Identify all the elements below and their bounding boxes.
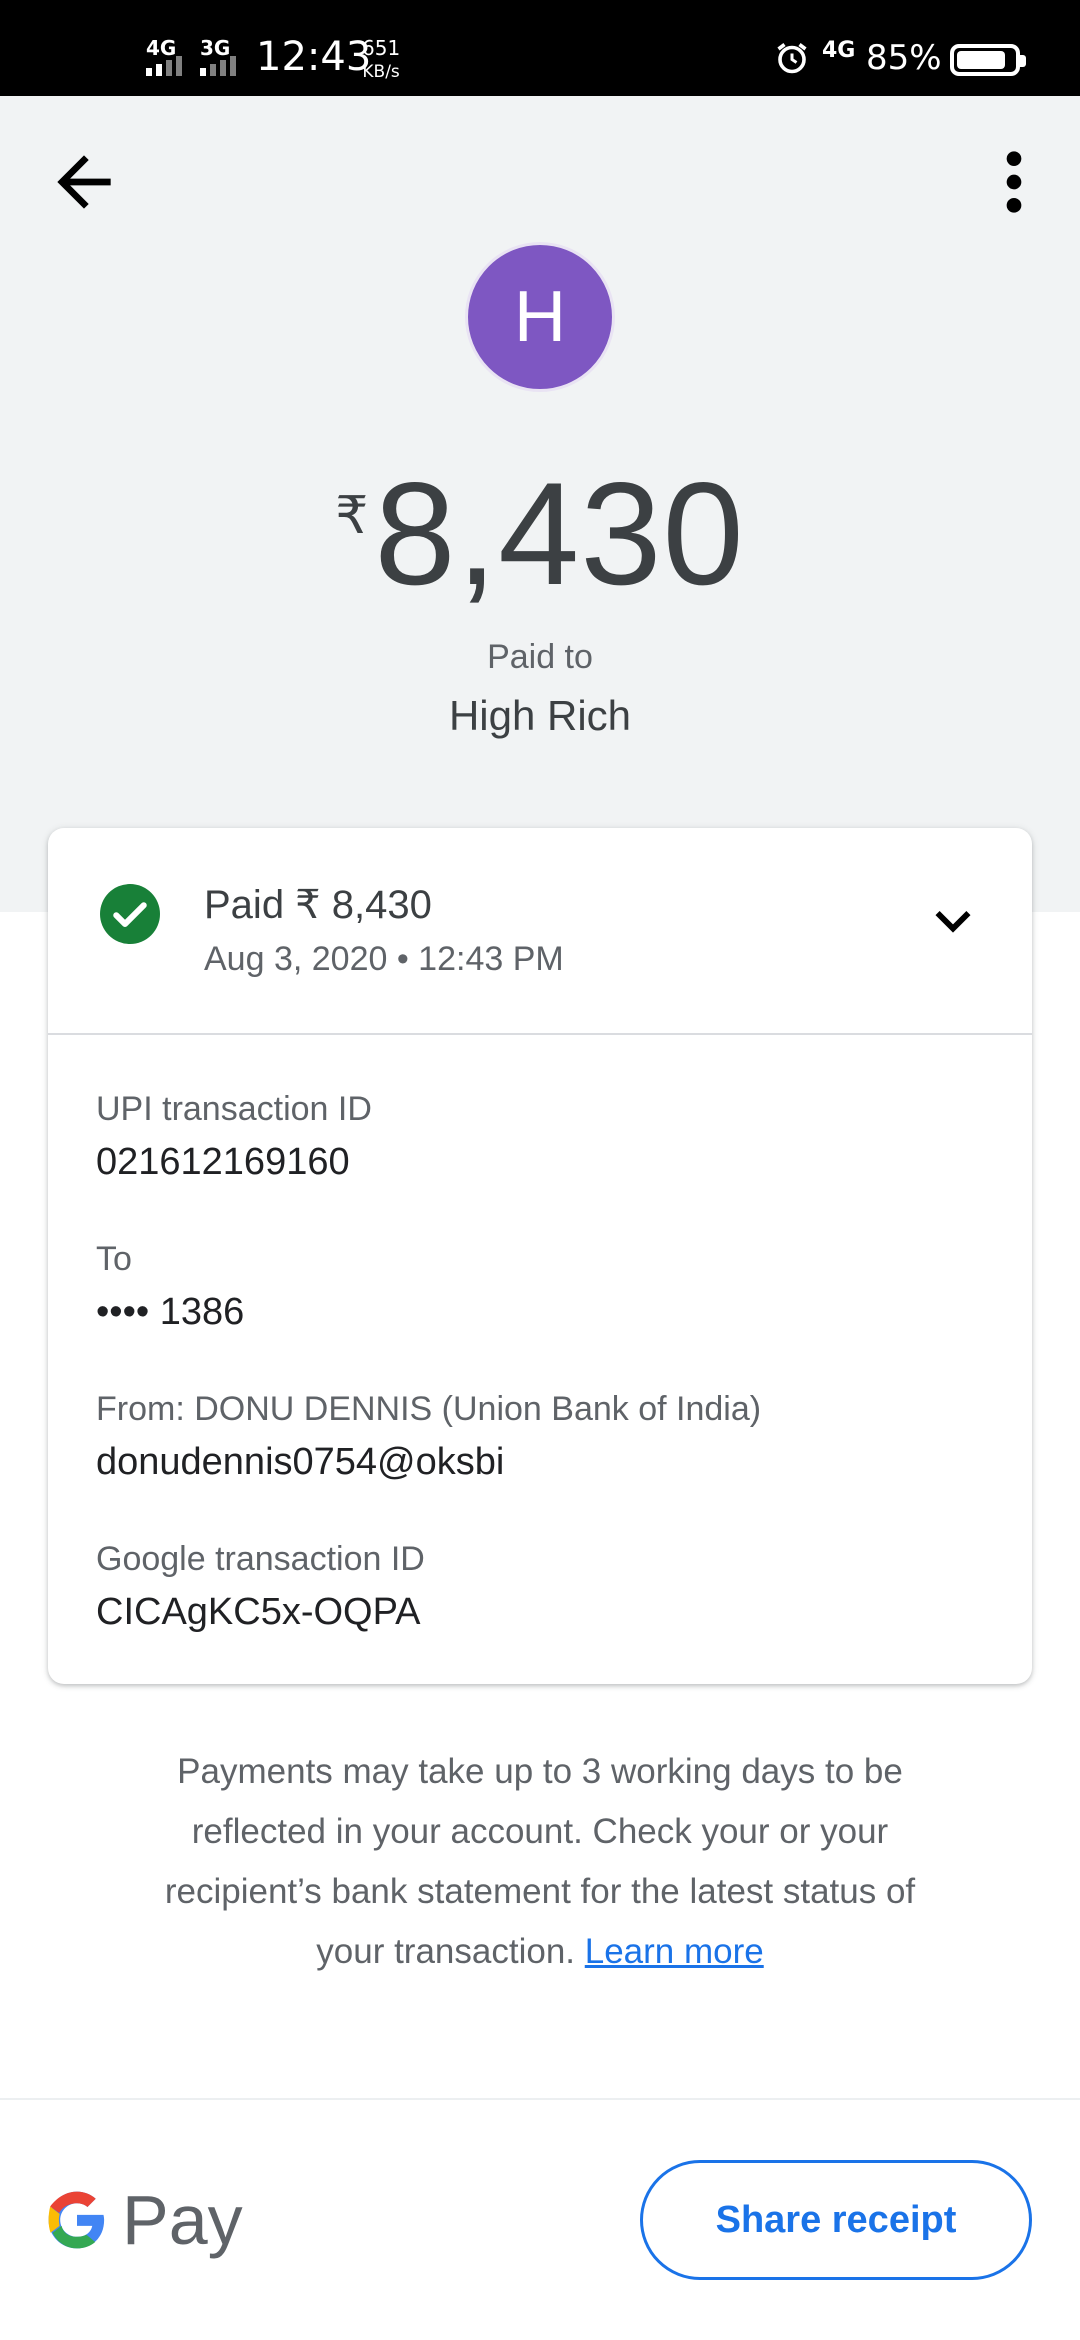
back-button[interactable] bbox=[44, 142, 124, 222]
detail-google-transaction-id: Google transaction ID CICAgKC5x-OQPA bbox=[96, 1540, 425, 1634]
network-type-right: 4G bbox=[822, 38, 856, 63]
network-speed: 651 KB/s bbox=[362, 36, 400, 84]
network-speed-unit: KB/s bbox=[362, 62, 400, 82]
summary-title: Paid ₹ 8,430 bbox=[204, 883, 432, 927]
payment-note: Payments may take up to 3 working days t… bbox=[160, 1742, 920, 1982]
detail-upi-transaction-id: UPI transaction ID 021612169160 bbox=[96, 1090, 372, 1184]
chevron-down-icon bbox=[935, 911, 971, 933]
detail-value[interactable]: •••• 1386 bbox=[96, 1291, 244, 1334]
battery-icon bbox=[950, 44, 1026, 76]
amount-value: 8,430 bbox=[374, 452, 745, 615]
payment-note-text: Payments may take up to 3 working days t… bbox=[164, 1752, 916, 1971]
google-g-icon bbox=[48, 2191, 105, 2249]
battery-percent: 85% bbox=[866, 38, 942, 78]
more-vert-icon bbox=[1006, 151, 1022, 213]
signal-bars-1-icon bbox=[146, 56, 182, 76]
alarm-icon bbox=[777, 43, 807, 74]
currency-symbol: ₹ bbox=[335, 487, 369, 545]
more-options-button[interactable] bbox=[984, 142, 1044, 222]
card-divider bbox=[48, 1033, 1032, 1035]
detail-from: From: DONU DENNIS (Union Bank of India) … bbox=[96, 1390, 761, 1484]
avatar: H bbox=[465, 242, 615, 392]
expand-button[interactable] bbox=[918, 886, 988, 956]
transaction-summary[interactable]: Paid ₹ 8,430 Aug 3, 2020 • 12:43 PM bbox=[48, 828, 1032, 1034]
detail-label: UPI transaction ID bbox=[96, 1090, 372, 1128]
detail-value[interactable]: donudennis0754@oksbi bbox=[96, 1441, 761, 1484]
detail-label: Google transaction ID bbox=[96, 1540, 425, 1578]
check-circle-icon bbox=[100, 884, 160, 944]
clock: 12:43 bbox=[256, 34, 372, 80]
gpay-logo: Pay bbox=[46, 2180, 243, 2260]
network-speed-value: 651 bbox=[362, 36, 401, 60]
gpay-text: Pay bbox=[122, 2181, 243, 2259]
payee-name: High Rich bbox=[448, 692, 632, 739]
detail-value[interactable]: CICAgKC5x-OQPA bbox=[96, 1591, 425, 1634]
detail-label: From: DONU DENNIS (Union Bank of India) bbox=[96, 1390, 762, 1428]
detail-value[interactable]: 021612169160 bbox=[96, 1141, 372, 1184]
summary-date: Aug 3, 2020 • 12:43 PM bbox=[204, 940, 564, 978]
back-arrow-icon bbox=[57, 155, 111, 209]
detail-label: To bbox=[96, 1240, 132, 1278]
detail-to: To •••• 1386 bbox=[96, 1240, 244, 1334]
bottom-divider bbox=[0, 2098, 1080, 2100]
status-bar: 4G 3G 12:43 651 KB/s 4G 85% bbox=[0, 0, 1080, 96]
transaction-card: Paid ₹ 8,430 Aug 3, 2020 • 12:43 PM UPI … bbox=[48, 828, 1032, 1684]
paid-to-label: Paid to bbox=[487, 638, 593, 676]
share-receipt-button[interactable]: Share receipt bbox=[640, 2160, 1032, 2280]
amount: ₹8,430 bbox=[0, 450, 1080, 618]
signal-bars-2-icon bbox=[200, 56, 236, 76]
battery-fill bbox=[957, 51, 1005, 69]
learn-more-link[interactable]: Learn more bbox=[585, 1932, 764, 1971]
